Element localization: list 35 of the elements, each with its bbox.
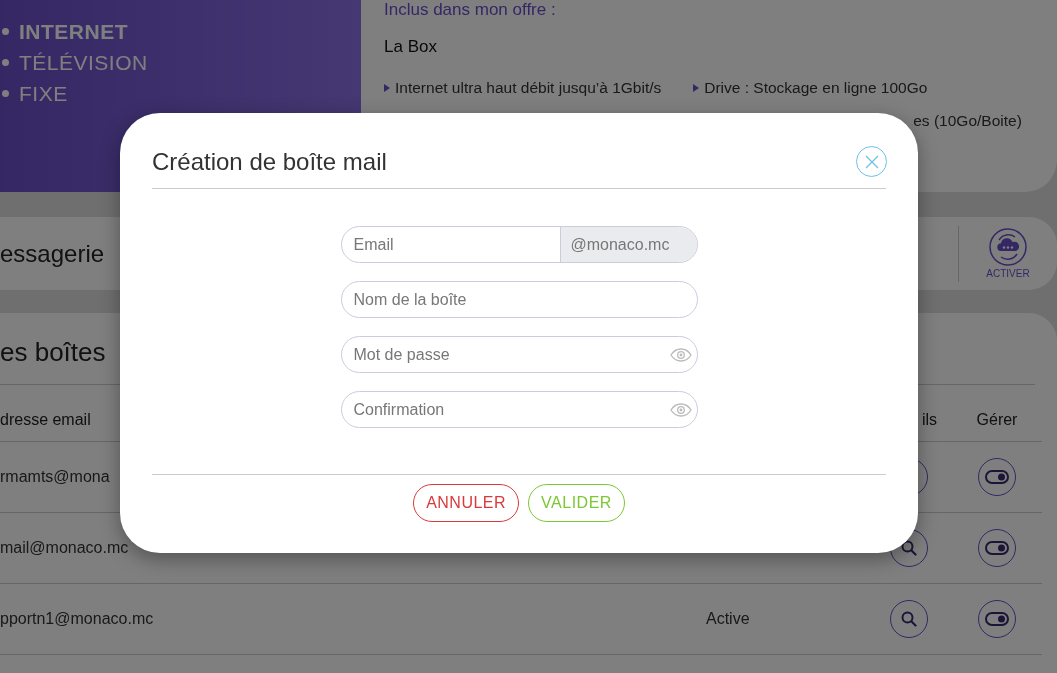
toggle-icon bbox=[985, 470, 1009, 484]
input-field[interactable]: Email @monaco.mc bbox=[340, 226, 698, 263]
triangle-icon bbox=[693, 84, 700, 92]
close-icon bbox=[863, 153, 880, 170]
email-cell: rmamts@mona bbox=[0, 468, 110, 486]
offer-title: La Box bbox=[384, 37, 438, 57]
toggle-icon bbox=[985, 541, 1009, 555]
input-field[interactable]: Nom de la boîte bbox=[341, 282, 697, 317]
status-cell: Active bbox=[706, 610, 750, 628]
domain-suffix: @monaco.mc bbox=[559, 227, 697, 262]
offer-heading: Inclus dans mon offre : bbox=[384, 0, 557, 20]
section-title: es boîtes bbox=[0, 337, 106, 368]
cloud-sync-icon bbox=[989, 228, 1027, 266]
feature-item: es (10Go/Boite) bbox=[913, 112, 1022, 130]
email-cell: pportn1@monaco.mc bbox=[0, 610, 154, 628]
toggle-button[interactable] bbox=[978, 600, 1016, 638]
feature-item: Drive : Stockage en ligne 100Go bbox=[693, 79, 1022, 97]
nav-item[interactable]: INTERNET bbox=[2, 16, 361, 47]
section-title: essagerie bbox=[0, 239, 105, 268]
toggle-icon bbox=[985, 612, 1009, 626]
email-cell: mail@monaco.mc bbox=[0, 539, 129, 557]
cancel-button[interactable]: ANNULER bbox=[413, 484, 520, 522]
text-input[interactable]: Email bbox=[341, 227, 560, 262]
toggle-button[interactable] bbox=[978, 529, 1016, 567]
nav-item[interactable]: TÉLÉVISION bbox=[2, 47, 361, 78]
toggle-button[interactable] bbox=[978, 458, 1016, 496]
triangle-icon bbox=[384, 84, 390, 92]
column-header: Gérer bbox=[952, 385, 1042, 442]
confirm-button[interactable]: VALIDER bbox=[528, 484, 625, 522]
feature-item: Internet ultra haut débit jusqu’à 1Gbit/s bbox=[384, 79, 662, 97]
nav-item[interactable]: FIXE bbox=[2, 78, 361, 109]
search-icon bbox=[901, 540, 917, 556]
activate-button[interactable]: ACTIVER bbox=[959, 228, 1057, 279]
modal-title: Création de boîte mail bbox=[152, 147, 387, 176]
search-icon bbox=[901, 611, 917, 627]
